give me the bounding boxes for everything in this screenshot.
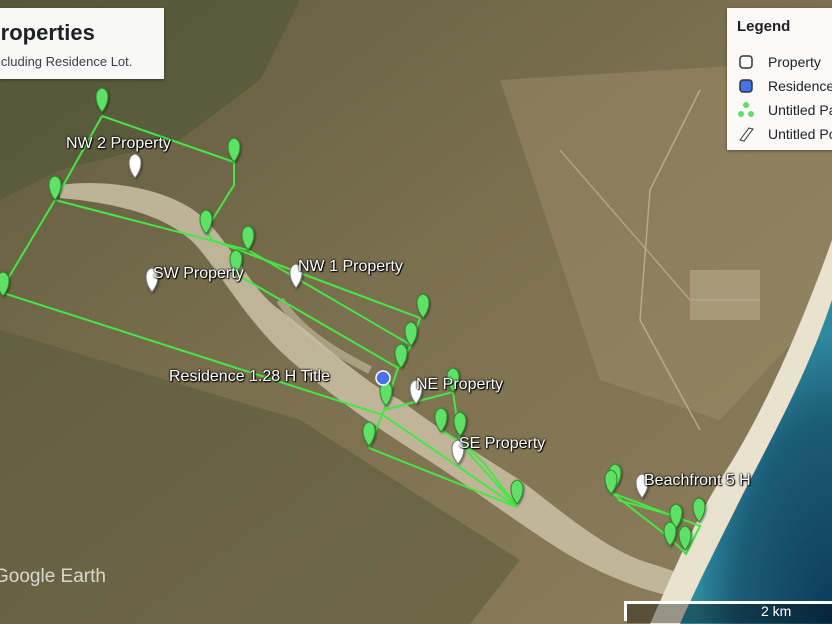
legend-label: Residence	[768, 78, 832, 94]
label-sw-property[interactable]: SW Property	[153, 265, 244, 283]
scale-bar: 2 km	[624, 601, 832, 623]
residence-marker-icon[interactable]	[375, 370, 391, 386]
legend-title: Legend	[737, 18, 791, 35]
polygon-icon	[737, 125, 755, 143]
legend-item-residence[interactable]: Residence	[737, 76, 832, 96]
settlement	[690, 270, 760, 320]
legend-item-path[interactable]: Untitled Path	[737, 100, 832, 120]
legend-label: Untitled Path	[768, 102, 832, 118]
label-nw1-property[interactable]: NW 1 Property	[298, 258, 403, 276]
map-subtitle: Including Residence Lot.	[0, 54, 133, 69]
label-residence[interactable]: Residence 1.28 H Title	[169, 368, 330, 386]
legend-item-property[interactable]: Property	[737, 52, 821, 72]
legend-label: Property	[768, 54, 821, 70]
white-square-icon	[737, 53, 755, 71]
label-ne-property[interactable]: NE Property	[416, 376, 503, 394]
label-nw2-property[interactable]: NW 2 Property	[66, 135, 171, 153]
scale-line	[624, 601, 832, 604]
blue-square-icon	[737, 77, 755, 95]
satellite-map[interactable]	[0, 0, 832, 624]
scale-tick	[624, 601, 627, 621]
green-marker-cluster-icon	[737, 101, 755, 119]
legend-panel: Legend Property Residence Untitled Path …	[727, 8, 832, 150]
label-se-property[interactable]: SE Property	[459, 435, 545, 453]
map-title: Properties	[0, 20, 95, 45]
scale-background	[627, 604, 832, 623]
google-earth-watermark: Google Earth	[0, 566, 106, 587]
legend-label: Untitled Polygon	[768, 126, 832, 142]
scale-label: 2 km	[761, 603, 792, 619]
label-beachfront[interactable]: Beachfront 5 H	[644, 472, 751, 490]
legend-item-polygon[interactable]: Untitled Polygon	[737, 124, 832, 144]
title-panel: Properties Including Residence Lot.	[0, 8, 164, 79]
